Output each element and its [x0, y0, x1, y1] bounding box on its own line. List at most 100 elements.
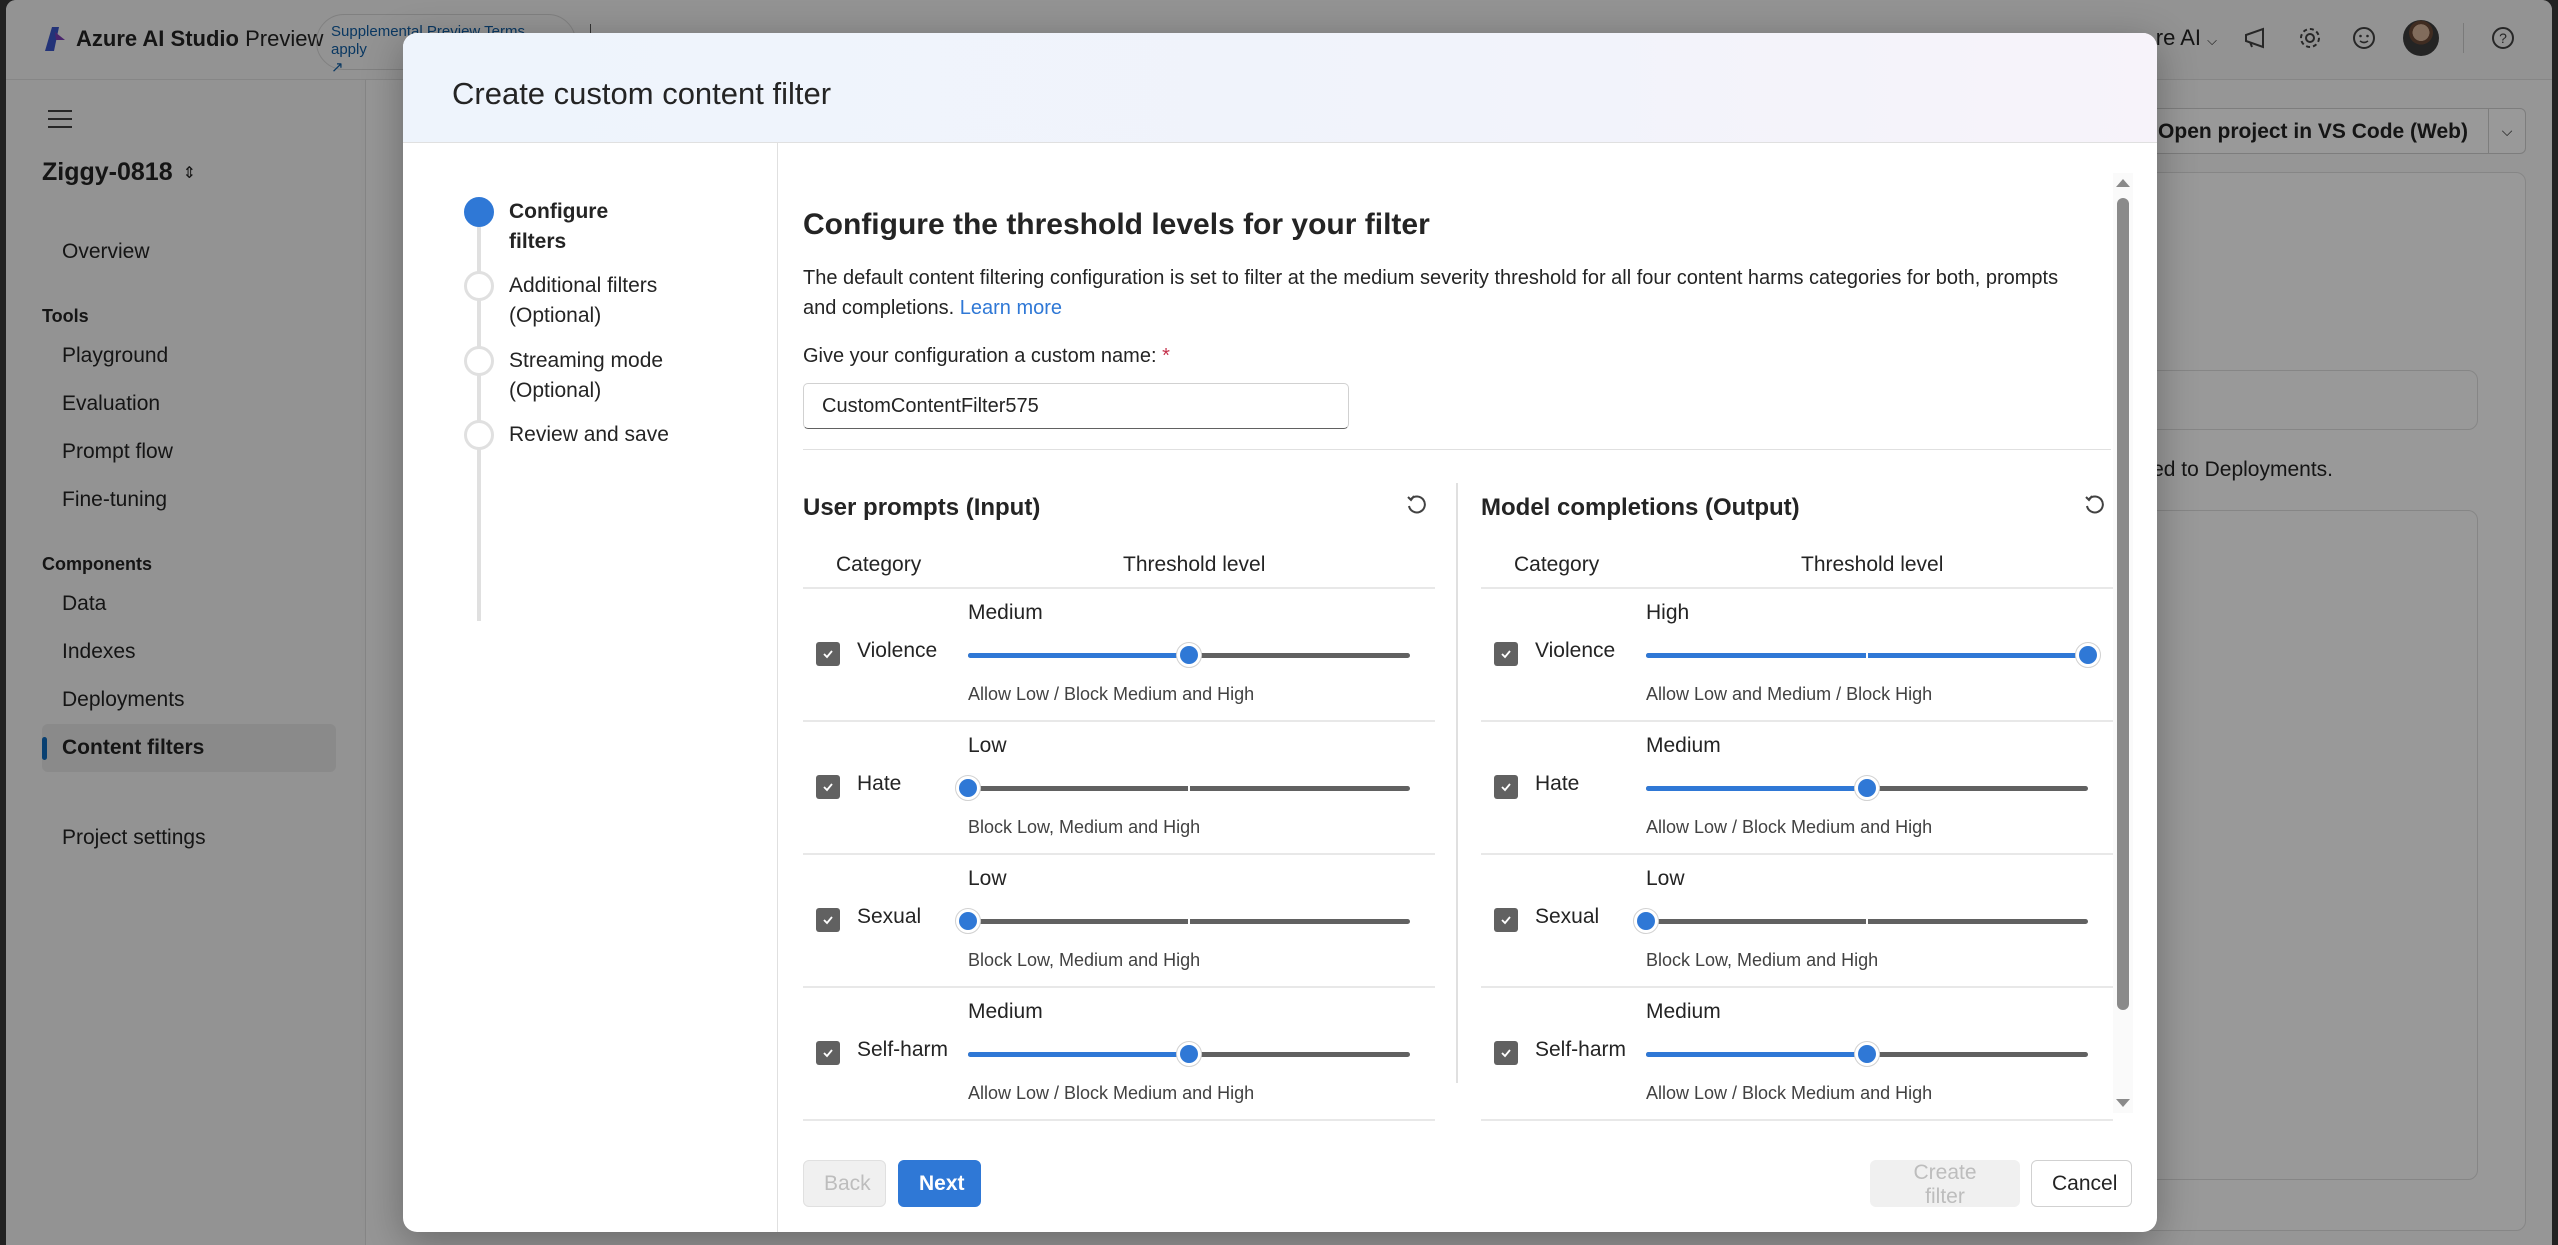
table-header: Category Threshold level — [803, 543, 1435, 589]
threshold-level-label: Low — [968, 734, 1007, 757]
filter-name-input[interactable] — [803, 383, 1349, 429]
threshold-description: Allow Low / Block Medium and High — [1646, 1083, 1933, 1103]
model-completions-panel: Model completions (Output) Category Thresh… — [1481, 473, 2113, 1121]
step-label: Configure filters — [509, 200, 609, 253]
dialog-header: Create custom content filter — [403, 33, 2157, 143]
learn-more-link[interactable]: Learn more — [960, 297, 1062, 319]
create-content-filter-dialog: Create custom content filter Configure f… — [403, 33, 2157, 1232]
scroll-up-icon[interactable] — [2116, 179, 2130, 187]
column-header-category: Category — [1514, 553, 1600, 576]
dialog-content: Configure the threshold levels for your … — [803, 143, 2113, 1143]
table-header: Category Threshold level — [1481, 543, 2113, 589]
category-checkbox[interactable] — [1494, 775, 1518, 799]
wizard-step[interactable]: Additional filters (Optional) — [464, 271, 669, 331]
threshold-slider[interactable] — [968, 642, 1410, 668]
threshold-level-label: Medium — [968, 601, 1043, 624]
slider-tick — [1188, 786, 1190, 791]
threshold-level-label: Low — [1646, 867, 1685, 890]
threshold-slider[interactable] — [1646, 1041, 2088, 1067]
back-button[interactable]: Back — [803, 1160, 886, 1207]
panel-title: Model completions (Output) — [1481, 494, 1800, 521]
divider — [803, 449, 2111, 450]
panel-header: User prompts (Input) — [803, 473, 1435, 543]
wizard-step[interactable]: Configure filters — [464, 197, 669, 257]
category-label: Sexual — [1535, 905, 1600, 928]
panel-header: Model completions (Output) — [1481, 473, 2113, 543]
column-header-threshold: Threshold level — [1123, 553, 1266, 576]
slider-thumb[interactable] — [955, 775, 981, 801]
slider-fill — [1646, 786, 1867, 791]
category-label: Violence — [857, 639, 938, 662]
category-row: Self-harm Medium Allow Low / Block Medium … — [803, 988, 1435, 1121]
step-indicator-icon — [464, 346, 494, 376]
threshold-slider[interactable] — [1633, 908, 2088, 934]
panel-title: User prompts (Input) — [803, 494, 1041, 521]
category-label: Violence — [1535, 639, 1616, 662]
step-connector — [477, 201, 481, 621]
divider — [1456, 483, 1458, 1083]
cancel-button[interactable]: Cancel — [2031, 1160, 2132, 1207]
content-scrollbar[interactable] — [2113, 173, 2133, 1113]
slider-thumb[interactable] — [1854, 775, 1880, 801]
threshold-slider[interactable] — [955, 775, 1410, 801]
category-row: Self-harm Medium Allow Low / Block Medium … — [1481, 988, 2113, 1121]
category-label: Hate — [1535, 772, 1580, 795]
slider-thumb[interactable] — [1176, 1041, 1202, 1067]
category-checkbox[interactable] — [1494, 642, 1518, 666]
category-checkbox[interactable] — [816, 642, 840, 666]
category-row: Hate Medium Allow Low / Block Medium and H… — [1481, 722, 2113, 855]
threshold-slider[interactable] — [955, 908, 1410, 934]
category-row: Hate Low Block Low, Medium and High — [803, 722, 1435, 855]
wizard-stepper: Configure filters Additional filters (Opt… — [403, 143, 778, 1232]
next-button[interactable]: Next — [898, 1160, 981, 1207]
category-checkbox[interactable] — [816, 775, 840, 799]
category-checkbox[interactable] — [1494, 1041, 1518, 1065]
slider-fill — [968, 1052, 1189, 1057]
category-row: Sexual Low Block Low, Medium and High — [803, 855, 1435, 988]
category-label: Self-harm — [857, 1038, 949, 1061]
slider-tick — [1866, 919, 1868, 924]
name-label: Give your configuration a custom name: * — [803, 345, 1170, 367]
category-row: Violence High Allow Low and Medium / Block… — [1481, 589, 2113, 722]
reset-icon[interactable] — [1405, 493, 1435, 523]
slider-thumb[interactable] — [2075, 642, 2101, 668]
step-label: Review and save — [509, 423, 669, 446]
category-checkbox[interactable] — [816, 908, 840, 932]
category-row: Violence Medium Allow Low / Block Medium a… — [803, 589, 1435, 722]
threshold-description: Block Low, Medium and High — [968, 817, 1201, 837]
category-checkbox[interactable] — [1494, 908, 1518, 932]
create-filter-button[interactable]: Create filter — [1870, 1160, 2020, 1208]
threshold-description: Allow Low and Medium / Block High — [1646, 684, 1933, 704]
threshold-slider[interactable] — [1646, 775, 2088, 801]
threshold-slider[interactable] — [1646, 642, 2101, 668]
threshold-description: Allow Low / Block Medium and High — [968, 1083, 1255, 1103]
slider-thumb[interactable] — [1633, 908, 1659, 934]
step-label: Additional filters (Optional) — [509, 274, 658, 327]
step-label: Streaming mode (Optional) — [509, 349, 664, 402]
required-asterisk: * — [1162, 345, 1170, 367]
scroll-down-icon[interactable] — [2116, 1099, 2130, 1107]
slider-thumb[interactable] — [1176, 642, 1202, 668]
threshold-slider[interactable] — [968, 1041, 1410, 1067]
category-label: Hate — [857, 772, 902, 795]
column-header-category: Category — [836, 553, 922, 576]
category-label: Self-harm — [1535, 1038, 1627, 1061]
step-indicator-icon — [464, 197, 494, 227]
threshold-description: Block Low, Medium and High — [968, 950, 1201, 970]
category-checkbox[interactable] — [816, 1041, 840, 1065]
slider-thumb[interactable] — [955, 908, 981, 934]
column-header-threshold: Threshold level — [1801, 553, 1944, 576]
wizard-step[interactable]: Streaming mode (Optional) — [464, 346, 669, 406]
slider-tick — [1866, 653, 1868, 658]
threshold-level-label: Medium — [968, 1000, 1043, 1023]
threshold-level-label: High — [1646, 601, 1690, 624]
step-indicator-icon — [464, 420, 494, 450]
user-prompts-panel: User prompts (Input) Category Threshold le… — [803, 473, 1435, 1121]
slider-thumb[interactable] — [1854, 1041, 1880, 1067]
reset-icon[interactable] — [2083, 493, 2113, 523]
threshold-description: Allow Low / Block Medium and High — [1646, 817, 1933, 837]
wizard-step[interactable]: Review and save — [464, 420, 669, 450]
category-label: Sexual — [857, 905, 922, 928]
threshold-level-label: Low — [968, 867, 1007, 890]
scrollbar-thumb[interactable] — [2117, 198, 2129, 1010]
